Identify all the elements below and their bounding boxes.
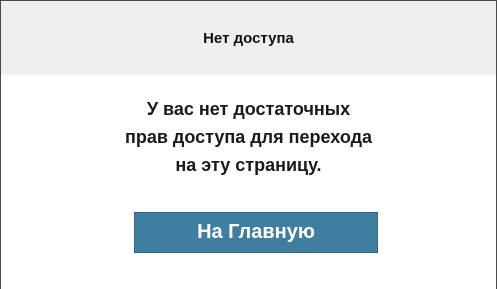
dialog-header: Нет доступа bbox=[1, 1, 496, 75]
message-line-1: У вас нет достаточных bbox=[146, 99, 351, 119]
go-home-button[interactable]: На Главную bbox=[134, 212, 378, 253]
access-denied-dialog: Нет доступа У вас нет достаточных прав д… bbox=[0, 0, 497, 289]
dialog-body: У вас нет достаточных прав доступа для п… bbox=[1, 75, 496, 289]
message-line-3: на эту страницу. bbox=[175, 155, 322, 175]
access-denied-message: У вас нет достаточных прав доступа для п… bbox=[1, 95, 496, 179]
message-line-2: прав доступа для перехода bbox=[124, 127, 373, 147]
dialog-title: Нет доступа bbox=[203, 29, 294, 47]
